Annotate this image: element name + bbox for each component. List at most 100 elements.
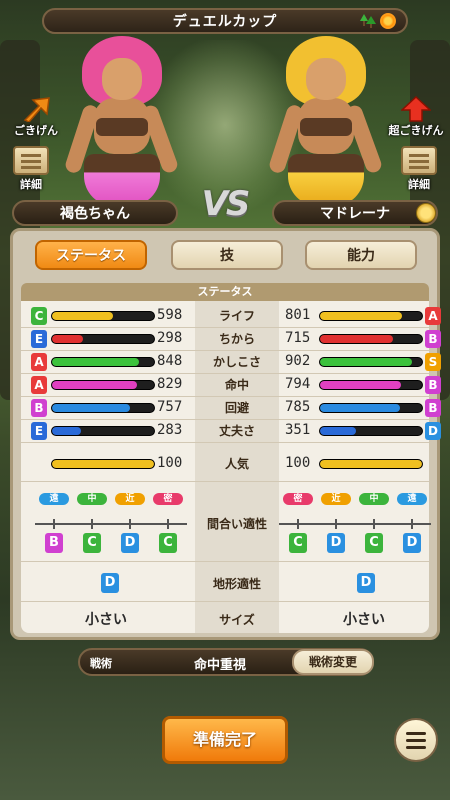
right-stat-grade: D [425,422,441,440]
tactics-label: 戦術 [90,657,112,670]
game-screen: デュエルカップ ごきげん 超ごきげん 詳細 詳細 褐色ちゃん VS マドレーナ … [0,0,450,800]
right-distance-grade: D [327,533,345,553]
stat-label: 回避 [224,401,249,415]
right-fighter-name: マドレーナ [272,200,438,226]
left-stat-value: 829 [157,376,183,392]
detail-card-icon [13,146,49,175]
left-range-pill: 近 [115,493,145,505]
stat-row: A 829 命中 794 B [21,374,441,396]
mood-up-arrow-icon [401,96,431,122]
forest-icon [360,14,376,28]
stat-row: B 757 回避 785 B [21,397,441,419]
right-stat-grade: B [425,330,441,348]
right-range-pill: 遠 [397,493,427,505]
stat-label: かしこさ [212,355,261,369]
size-right-value: 小さい [343,612,385,628]
right-detail-button[interactable]: 詳細 [396,146,442,192]
right-range-pill: 中 [359,493,389,505]
status-panel: ステータス 技 能力 ステータス C 598 ライフ 801 A E 298 ち… [10,228,441,640]
right-stat-bar [320,381,401,389]
left-distance-grade: B [45,533,63,553]
left-stat-bar [52,404,130,412]
right-stat-bar [320,358,412,366]
stat-row: A 848 かしこさ 902 S [21,351,441,373]
left-distance-ruler [35,523,187,525]
left-stat-value: 298 [157,330,183,346]
left-stat-value: 283 [157,422,183,438]
terrain-left-grade: D [101,573,119,593]
section-title: ステータス [21,283,429,301]
terrain-label: 地形適性 [212,577,261,591]
left-stat-value: 757 [157,399,183,415]
tab-skills[interactable]: 技 [171,240,283,270]
ready-button[interactable]: 準備完了 [162,716,288,764]
left-stat-grade: B [31,399,47,417]
stat-label: 丈夫さ [218,424,255,438]
left-stat-value: 598 [157,307,183,323]
left-stat-value: 848 [157,353,183,369]
weather-sun-icon [380,13,396,29]
left-stat-grade: C [31,307,47,325]
right-distance-grade: C [289,533,307,553]
vs-emblem: VS [201,184,251,224]
right-stat-grade: S [425,353,441,371]
distance-label: 間合い適性 [206,517,267,531]
left-distance-grade: C [159,533,177,553]
size-label: サイズ [219,613,255,627]
left-range-pill: 中 [77,493,107,505]
menu-button[interactable] [394,718,438,762]
stat-row: E 283 丈夫さ 351 D [21,420,441,442]
right-coin-icon [416,203,436,223]
right-range-pill: 密 [283,493,313,505]
right-distance-grade: C [365,533,383,553]
right-distance-grade: D [403,533,421,553]
stat-row: C 598 ライフ 801 A [21,305,441,327]
stat-row: E 298 ちから 715 B [21,328,441,350]
terrain-row: D 地形適性 D [21,573,429,595]
right-fighter-portrait[interactable] [256,36,396,206]
popularity-left-bar [52,460,154,468]
popularity-right-bar [320,460,422,468]
left-stat-grade: A [31,353,47,371]
right-mood-indicator: 超ごきげん [386,96,446,142]
left-stat-bar [52,381,137,389]
right-stat-grade: B [425,376,441,394]
left-fighter-name: 褐色ちゃん [12,200,178,226]
left-mood-indicator: ごきげん [6,96,66,142]
left-fighter-portrait[interactable] [52,36,192,206]
left-stat-grade: E [31,422,47,440]
right-stat-bar [320,404,400,412]
popularity-left-value: 100 [157,455,183,471]
popularity-label: 人気 [224,457,249,471]
right-stat-bar [320,312,402,320]
left-stat-bar [52,312,114,320]
terrain-right-grade: D [357,573,375,593]
left-stat-bar [52,335,83,343]
stat-label: ライフ [218,309,255,323]
right-stat-grade: A [425,307,441,325]
tab-status[interactable]: ステータス [35,240,147,270]
right-distance-ruler [279,523,431,525]
left-distance-grade: C [83,533,101,553]
distance-row: 遠 B 中 C 近 D 密 C 間合い適性 密 C 近 D 中 C 遠 D [21,489,431,557]
right-stat-grade: B [425,399,441,417]
left-stat-grade: A [31,376,47,394]
change-tactics-button[interactable]: 戦術変更 [292,649,374,675]
size-row: 小さい サイズ 小さい [21,609,429,631]
detail-card-icon [401,146,437,175]
left-stat-grade: E [31,330,47,348]
title-bar: デュエルカップ [42,8,408,34]
left-stat-bar [52,427,81,435]
tab-abilities[interactable]: 能力 [305,240,417,270]
left-range-pill: 密 [153,493,183,505]
left-distance-grade: D [121,533,139,553]
right-range-pill: 近 [321,493,351,505]
right-stat-bar [320,427,356,435]
size-left-value: 小さい [85,612,127,628]
tactics-bar: 戦術 命中重視 戦術変更 [78,648,374,676]
screen-title: デュエルカップ [172,14,278,30]
left-mood-label: ごきげん [14,124,58,137]
stat-label: ちから [218,332,255,346]
left-detail-button[interactable]: 詳細 [8,146,54,192]
mood-up-right-arrow-icon [23,97,50,122]
